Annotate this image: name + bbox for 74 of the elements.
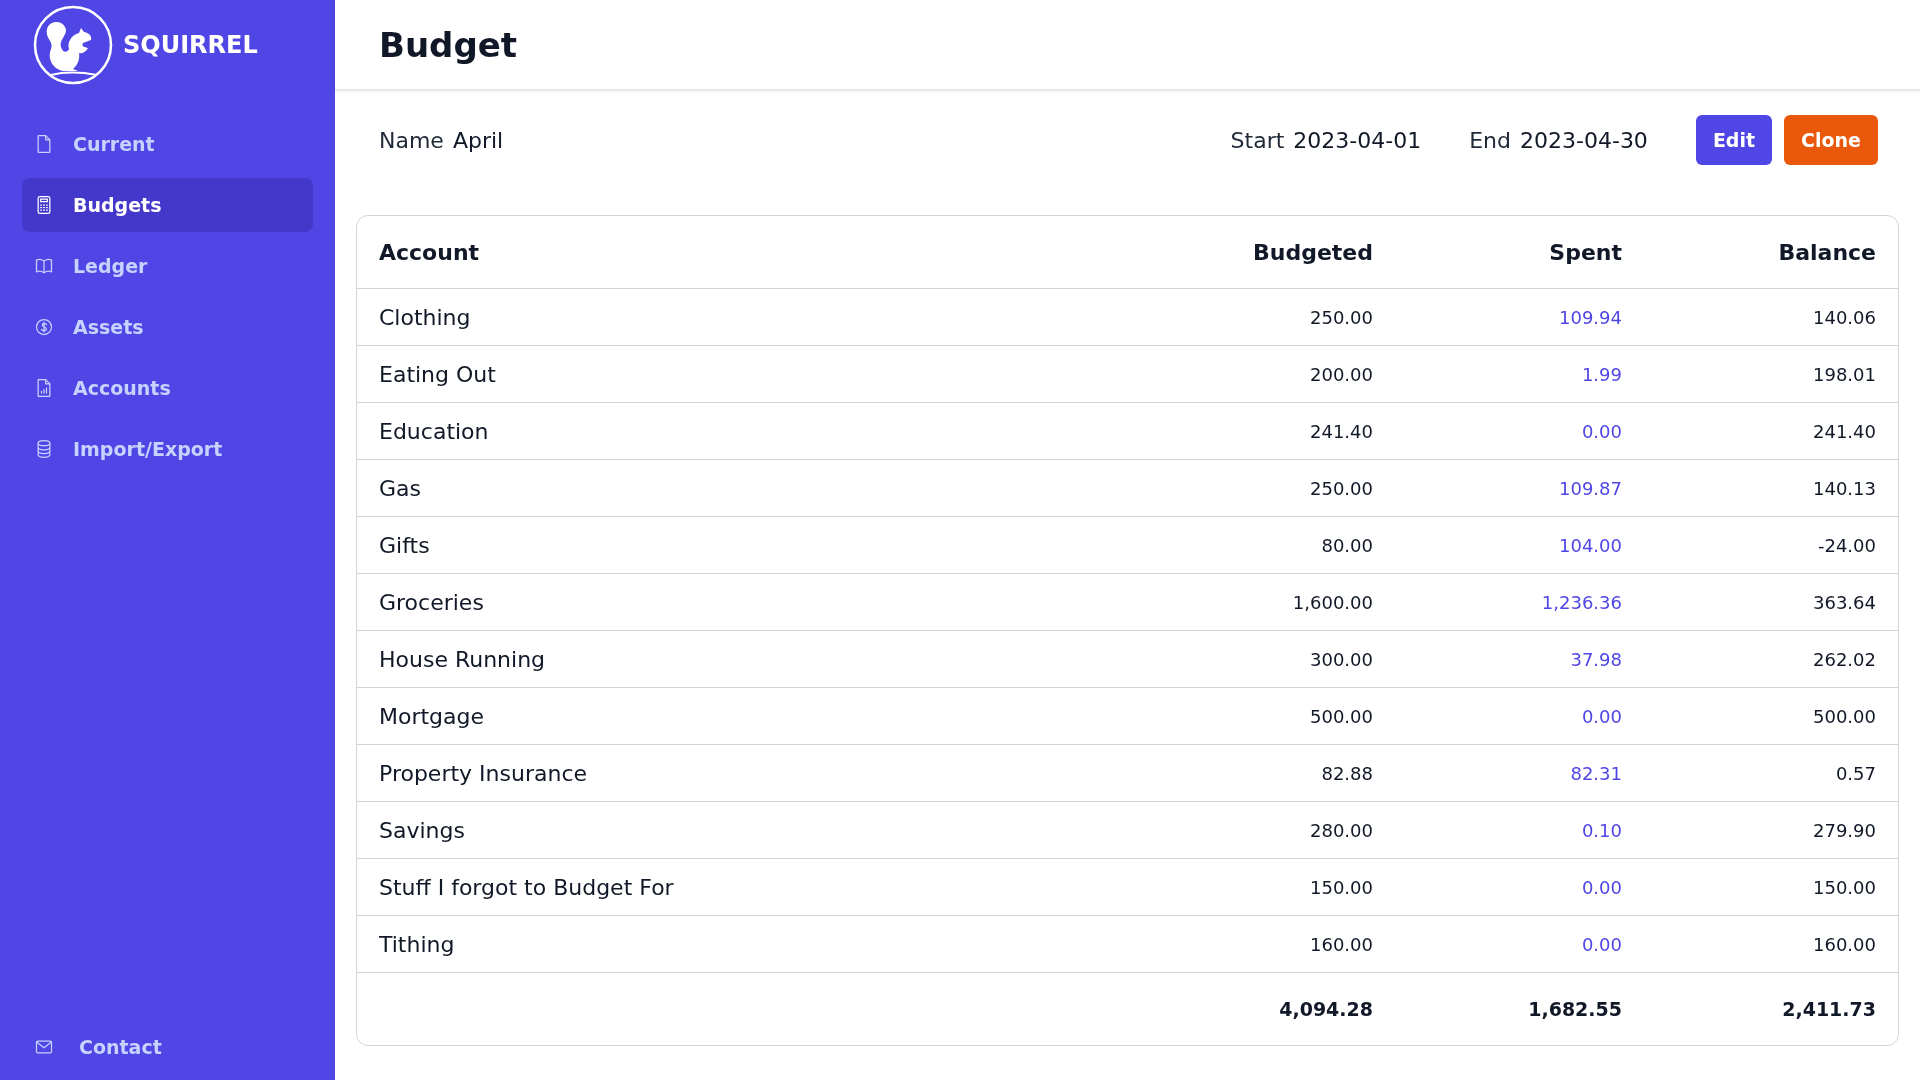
table-cell: 80.00 [1091,516,1395,574]
table-cell: 150.00 [1091,858,1395,916]
table-cell: 241.40 [1091,402,1395,460]
spent-link[interactable]: 0.10 [1395,801,1644,859]
spent-link[interactable]: 0.00 [1395,858,1644,916]
table-cell: 250.00 [1091,459,1395,517]
table-cell: 279.90 [1644,801,1898,859]
table-cell: Groceries [357,573,1091,631]
sidebar-item[interactable]: Current [22,117,313,171]
column-header: Budgeted [1091,216,1395,289]
table-cell: Gifts [357,516,1091,574]
sidebar-item[interactable]: Import/Export [22,422,313,476]
table-cell: House Running [357,630,1091,688]
table-cell: 1,600.00 [1091,573,1395,631]
field-label: End [1469,127,1511,153]
field-value: 2023-04-30 [1520,127,1648,153]
total-cell: 2,411.73 [1644,972,1898,1045]
column-header: Spent [1395,216,1644,289]
sidebar-item[interactable]: Assets [22,300,313,354]
spent-link[interactable]: 109.87 [1395,459,1644,517]
table-cell: 280.00 [1091,801,1395,859]
brand-name: SQUIRREL [123,31,258,59]
column-header: Account [357,216,1091,289]
table-cell: 0.57 [1644,744,1898,802]
table-cell: 250.00 [1091,288,1395,346]
table-cell: 140.06 [1644,288,1898,346]
spent-link[interactable]: 109.94 [1395,288,1644,346]
table-cell: Gas [357,459,1091,517]
sidebar-item[interactable]: Budgets [22,178,313,232]
table-cell: Mortgage [357,687,1091,745]
table-cell: -24.00 [1644,516,1898,574]
spent-link[interactable]: 37.98 [1395,630,1644,688]
table-cell: 262.02 [1644,630,1898,688]
contact-link[interactable]: Contact [22,1020,313,1074]
table-cell: 200.00 [1091,345,1395,403]
table-cell: 198.01 [1644,345,1898,403]
table-cell: 82.88 [1091,744,1395,802]
sidebar-item[interactable]: Ledger [22,239,313,293]
page-title: Budget [379,24,518,65]
column-header: Balance [1644,216,1898,289]
book-icon [34,256,54,276]
field-label: Start [1230,127,1285,153]
sidebar-item[interactable]: Accounts [22,361,313,415]
total-cell: 1,682.55 [1395,972,1644,1045]
spent-link[interactable]: 1.99 [1395,345,1644,403]
spent-link[interactable]: 0.00 [1395,402,1644,460]
field-value: April [452,127,504,153]
table-cell: 241.40 [1644,402,1898,460]
table-cell: 150.00 [1644,858,1898,916]
field-label: Name [379,127,444,153]
table-cell: 140.13 [1644,459,1898,517]
table-cell: Tithing [357,915,1091,973]
table-cell: Eating Out [357,345,1091,403]
spent-link[interactable]: 0.00 [1395,687,1644,745]
table-cell: 160.00 [1091,915,1395,973]
table-cell: Property Insurance [357,744,1091,802]
table-cell: 363.64 [1644,573,1898,631]
table-cell: 160.00 [1644,915,1898,973]
field-value: 2023-04-01 [1293,127,1422,153]
table-cell: 500.00 [1644,687,1898,745]
total-cell: 4,094.28 [1091,972,1395,1045]
spent-link[interactable]: 1,236.36 [1395,573,1644,631]
table-cell: 300.00 [1091,630,1395,688]
table-cell: Stuff I forgot to Budget For [357,858,1091,916]
table-cell: 500.00 [1091,687,1395,745]
table-cell: Savings [357,801,1091,859]
table-cell: Education [357,402,1091,460]
dollar-icon [34,317,54,337]
table-cell: Clothing [357,288,1091,346]
spent-link[interactable]: 82.31 [1395,744,1644,802]
spent-link[interactable]: 0.00 [1395,915,1644,973]
clone-button[interactable]: Clone [1784,115,1878,165]
edit-button[interactable]: Edit [1695,115,1773,165]
spent-link[interactable]: 104.00 [1395,516,1644,574]
